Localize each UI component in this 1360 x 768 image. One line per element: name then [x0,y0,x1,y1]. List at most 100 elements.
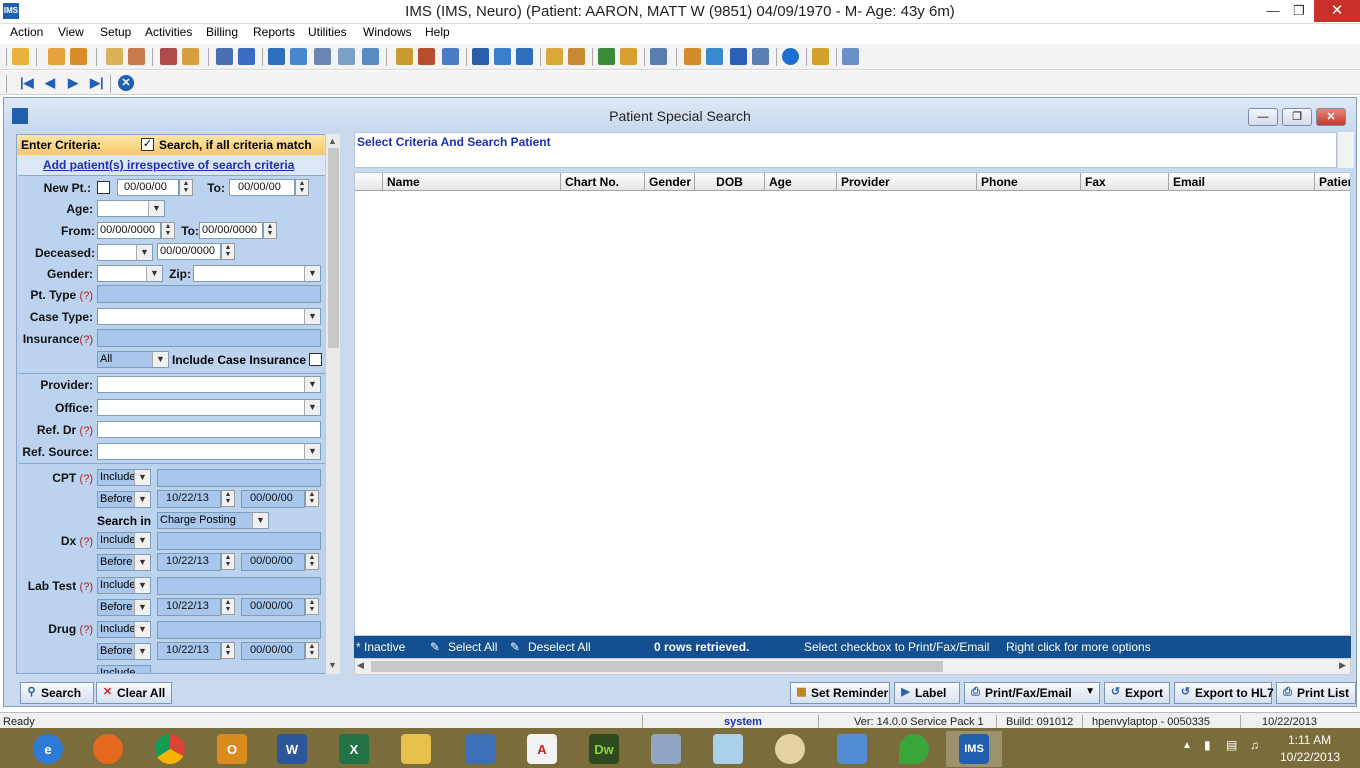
communication-icon[interactable] [472,48,489,65]
menu-activities[interactable]: Activities [145,25,192,39]
first-record-icon[interactable]: |◀ [20,75,34,91]
lab-test-include-select[interactable]: Include ▼ [97,577,151,594]
taskbar-chrome[interactable] [142,731,198,767]
network-icon[interactable]: ▤ [1226,738,1237,752]
lab-flask-icon[interactable] [182,48,199,65]
column-header-fax[interactable]: Fax [1081,173,1169,191]
cpt-date-field[interactable]: 10/22/13 [157,490,221,508]
drug-date2-spinner[interactable]: ▲ ▼ [305,642,319,659]
new-pt-from-field[interactable]: 00/00/00 [117,179,179,196]
taskbar-ims[interactable]: IMS [946,731,1002,767]
select-column-header[interactable] [355,173,383,191]
taskbar-word[interactable]: W [264,731,320,767]
menu-action[interactable]: Action [10,25,43,39]
print-fax-email-button[interactable]: ⎙ Print/Fax/Email ▼ [964,682,1100,704]
export-hl7-button[interactable]: ↺ Export to HL7 [1174,682,1274,704]
lab-test-date-spinner[interactable]: ▲ ▼ [221,598,235,615]
previous-record-icon[interactable]: ◀ [45,75,55,91]
dx-before-select[interactable]: Before ▼ [97,554,151,571]
referral-icon[interactable] [546,48,563,65]
include-case-insurance-checkbox[interactable] [309,353,322,366]
battery-icon[interactable]: ▮ [1204,738,1211,752]
horizontal-scroll-thumb[interactable] [371,661,943,672]
case-type-select[interactable]: ▼ [97,308,321,325]
drug-before-select[interactable]: Before ▼ [97,643,151,660]
cpt-before-select[interactable]: Before ▼ [97,491,151,508]
print-list-button[interactable]: ⎙ Print List [1276,682,1356,704]
ref-dr-field[interactable] [97,421,321,438]
new-pt-from-spinner[interactable]: ▲ ▼ [179,179,193,196]
taskbar-calculator[interactable] [638,731,694,767]
age-select[interactable]: ▼ [97,200,165,217]
label-button[interactable]: ▶ Label [894,682,960,704]
volume-icon[interactable]: ♫ [1250,738,1259,752]
column-header-name[interactable]: Name [383,173,561,191]
set-reminder-button[interactable]: ▦ Set Reminder [790,682,890,704]
scroll-left-icon[interactable]: ◀ [357,660,364,671]
search-button[interactable]: ⚲ Search [20,682,94,704]
scroll-right-icon[interactable]: ▶ [1339,660,1346,671]
gender-select[interactable]: ▼ [97,265,163,282]
clear-all-button[interactable]: ✕ Clear All [96,682,172,704]
select-all-link[interactable]: Select All [448,640,497,654]
charge-icon[interactable] [268,48,285,65]
refresh-icon[interactable] [706,48,723,65]
tray-time[interactable]: 1:11 AM [1288,733,1331,747]
dx-date-spinner[interactable]: ▲ ▼ [221,553,235,570]
scheduler-icon[interactable] [418,48,435,65]
scroll-up-icon[interactable]: ▲ [328,136,337,146]
grid-horizontal-scrollbar[interactable]: ◀ ▶ [354,658,1351,675]
deselect-all-link[interactable]: Deselect All [528,640,591,654]
help-icon[interactable] [782,48,799,65]
column-header-email[interactable]: Email [1169,173,1315,191]
cancel-icon[interactable]: ✕ [118,75,134,91]
lock-icon[interactable] [812,48,829,65]
add-patients-link[interactable]: Add patient(s) irrespective of search cr… [43,158,294,172]
lab-test-before-select[interactable]: Before ▼ [97,599,151,616]
lab-test-field[interactable] [157,577,321,595]
pt-type-field[interactable] [97,285,321,303]
cpt-date2-field[interactable]: 00/00/00 [241,490,305,508]
new-pt-to-field[interactable]: 00/00/00 [229,179,295,196]
document-icon[interactable] [216,48,233,65]
column-header-patient[interactable]: Patien [1315,173,1350,191]
prescription-icon[interactable] [160,48,177,65]
lab-test-date-field[interactable]: 10/22/13 [157,598,221,616]
mail-icon[interactable] [516,48,533,65]
drug-field[interactable] [157,621,321,639]
taskbar-internet-explorer[interactable]: e [20,731,76,767]
menu-billing[interactable]: Billing [206,25,238,39]
age-from-spinner[interactable]: ▲ ▼ [161,222,175,239]
deselect-all-icon[interactable]: ✎ [510,640,520,654]
office-select[interactable]: ▼ [97,399,321,416]
new-pt-to-spinner[interactable]: ▲ ▼ [295,179,309,196]
cpt-include-select[interactable]: Include ▼ [97,469,151,486]
taskbar-file-explorer[interactable] [388,731,444,767]
taskbar-outlook[interactable]: O [204,731,260,767]
inner-restore-button[interactable]: ❐ [1282,108,1312,126]
taskbar-notepad[interactable] [700,731,756,767]
insurance-field[interactable] [97,329,321,347]
taskbar-firefox[interactable] [80,731,136,767]
tray-expand-icon[interactable]: ▲ [1182,740,1192,751]
age-from-date-field[interactable]: 00/00/0000 [97,222,161,239]
patient-edit-icon[interactable] [70,48,87,65]
settings-icon[interactable] [752,48,769,65]
close-button[interactable]: ✕ [1314,0,1360,22]
dx-date2-field[interactable]: 00/00/00 [241,553,305,571]
inner-minimize-button[interactable]: — [1248,108,1278,126]
menu-utilities[interactable]: Utilities [308,25,347,39]
criteria-summary-scrollbar[interactable] [1338,132,1354,168]
report-icon[interactable] [442,48,459,65]
search-in-select[interactable]: Charge Posting ▼ [157,512,269,529]
last-record-icon[interactable]: ▶| [90,75,104,91]
new-pt-checkbox[interactable] [97,181,110,194]
lab-test-date2-field[interactable]: 00/00/00 [241,598,305,616]
lab-test-date2-spinner[interactable]: ▲ ▼ [305,598,319,615]
drug-include-select[interactable]: Include ▼ [97,621,151,638]
taskbar-paint[interactable] [762,731,818,767]
tray-date[interactable]: 10/22/2013 [1280,750,1340,764]
inner-close-button[interactable]: ✕ [1316,108,1346,126]
drug-date2-field[interactable]: 00/00/00 [241,642,305,660]
cpt-date-spinner[interactable]: ▲ ▼ [221,490,235,507]
